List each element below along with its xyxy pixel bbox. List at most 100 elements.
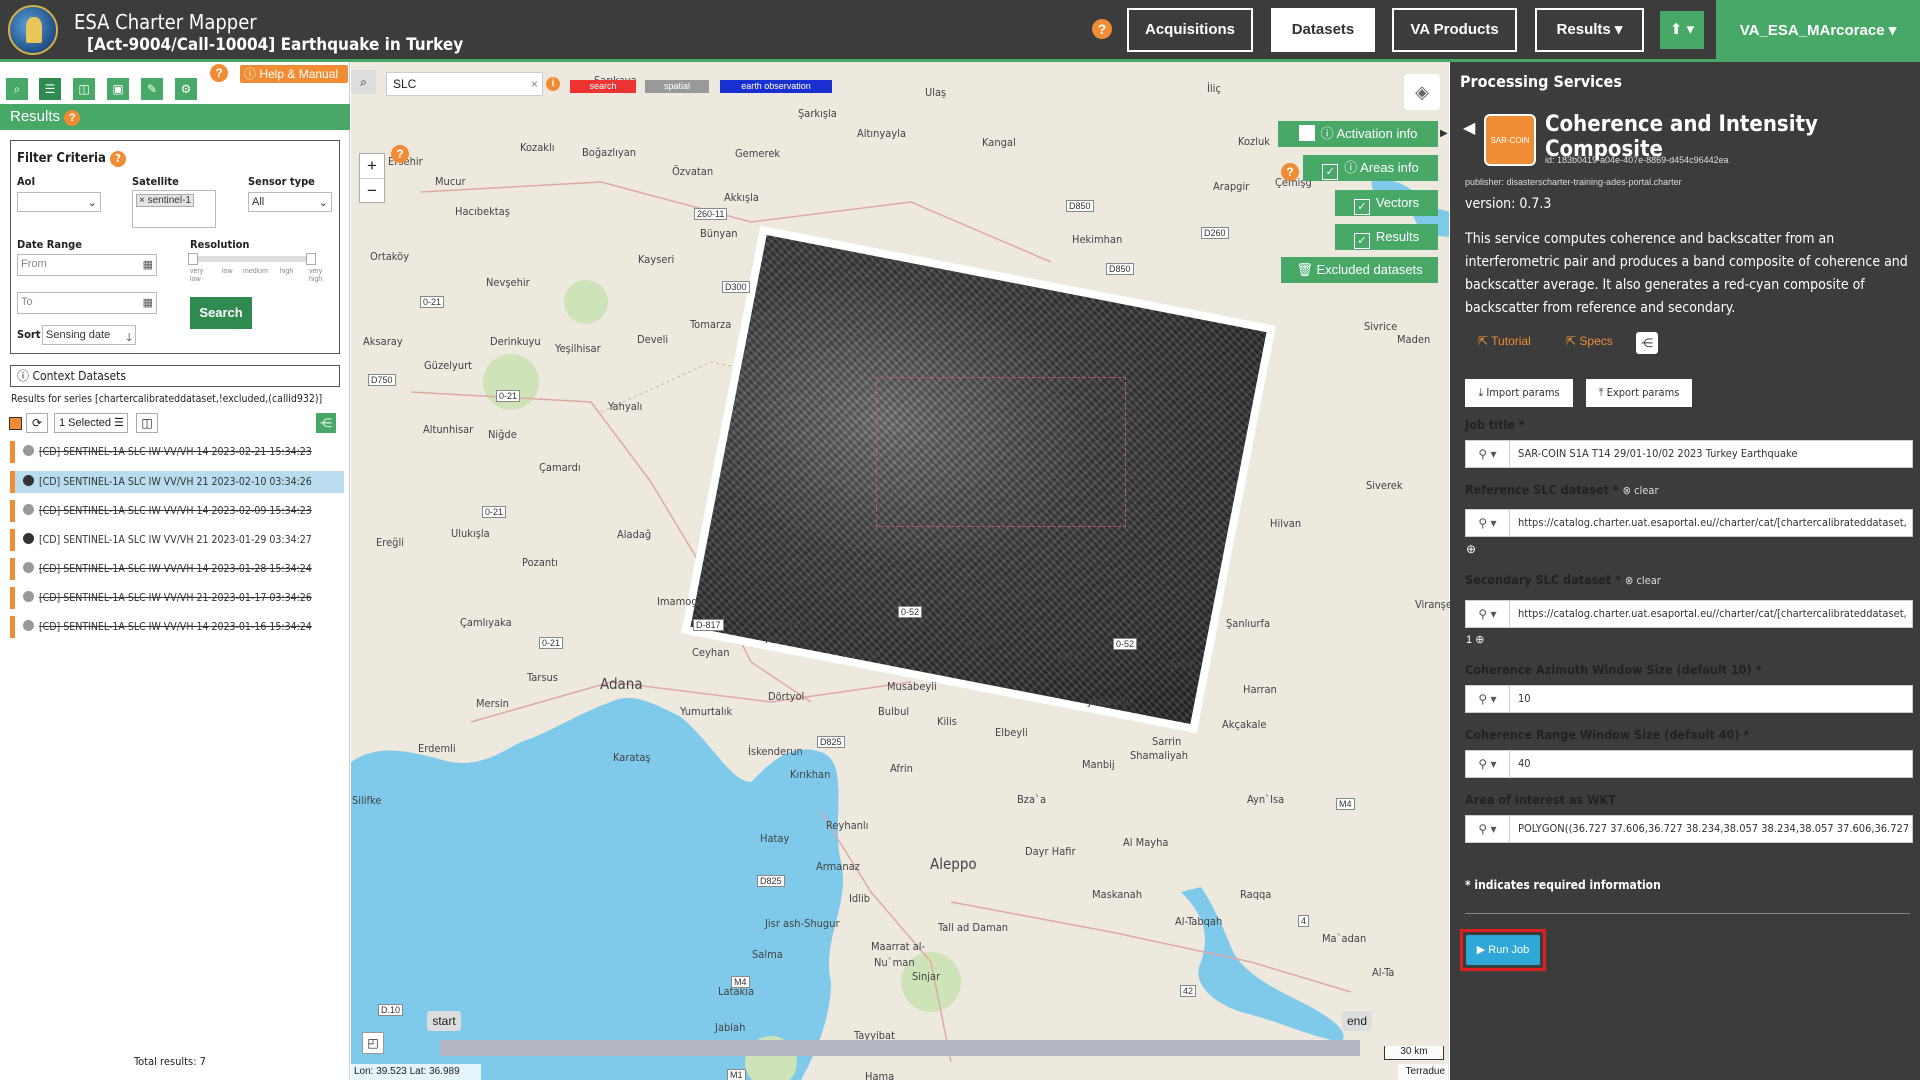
aoi-select[interactable]: ⌄ bbox=[17, 192, 101, 212]
result-row[interactable]: [CD] SENTINEL-1A SLC IW VV/VH 21 2023-01… bbox=[10, 529, 344, 551]
search-button[interactable]: Search bbox=[190, 297, 252, 329]
add-reference-icon[interactable]: ⊕ bbox=[1466, 542, 1476, 556]
result-row-selected[interactable]: [CD] SENTINEL-1A SLC IW VV/VH 21 2023-02… bbox=[10, 471, 344, 493]
nav-datasets[interactable]: Datasets bbox=[1271, 8, 1375, 52]
areas-checkbox[interactable]: ✓ bbox=[1322, 164, 1339, 180]
toggle-excluded-datasets[interactable]: 🗑 Excluded datasets bbox=[1281, 257, 1438, 283]
search-icon[interactable]: ⌕ bbox=[351, 70, 376, 94]
help-icon[interactable]: ? bbox=[1092, 19, 1112, 39]
esa-charter-logo[interactable] bbox=[8, 5, 58, 55]
add-secondary-icon[interactable]: ⊕ bbox=[1475, 634, 1484, 646]
calendar-icon[interactable]: ▦ bbox=[143, 296, 153, 309]
archive-icon[interactable]: ▣ bbox=[107, 78, 129, 100]
wand-icon[interactable]: ⚲ ▾ bbox=[1466, 816, 1510, 842]
user-menu[interactable]: VA_ESA_MArcorace ▾ bbox=[1716, 0, 1920, 62]
sort-direction-icon[interactable]: 🡓 bbox=[126, 329, 132, 348]
resolution-slider[interactable] bbox=[188, 256, 314, 262]
resolution-handle-max[interactable] bbox=[306, 253, 316, 265]
date-from-input[interactable]: From ▦ bbox=[17, 254, 157, 276]
list-icon[interactable]: ☰ bbox=[39, 78, 61, 100]
zoom-in-button[interactable]: + bbox=[360, 154, 384, 178]
res-tick-low: low bbox=[222, 268, 233, 275]
tag-search[interactable]: search bbox=[570, 80, 636, 93]
import-params-button[interactable]: ⤓ Import params bbox=[1465, 379, 1573, 407]
satellite-select[interactable]: × sentinel-1 bbox=[132, 190, 216, 228]
help-icon[interactable]: ? bbox=[1281, 163, 1299, 181]
toggle-vectors[interactable]: ✓ Vectors bbox=[1335, 190, 1438, 216]
tutorial-link[interactable]: ⇱ Tutorial bbox=[1478, 334, 1531, 348]
result-row[interactable]: [CD] SENTINEL-1A SLC IW VV/VH 14 2023-01… bbox=[10, 558, 344, 580]
job-title-input[interactable]: ⚲ ▾ SAR-COIN S1A T14 29/01-10/02 2023 Tur… bbox=[1465, 440, 1913, 468]
selected-count-button[interactable]: 1 Selected ☰ bbox=[54, 413, 128, 433]
sensor-type-select[interactable]: All ⌄ bbox=[248, 192, 332, 212]
settings-icon[interactable]: ⚙ bbox=[175, 78, 197, 100]
clear-icon[interactable]: × bbox=[531, 73, 542, 95]
run-job-button[interactable]: ▶ Run Job bbox=[1466, 935, 1540, 965]
layers-icon[interactable]: ◈ bbox=[1404, 74, 1440, 110]
help-icon[interactable]: ? bbox=[210, 64, 228, 82]
tag-spatial[interactable]: spatial bbox=[645, 80, 709, 93]
context-datasets-box[interactable]: ⓘ Context Datasets bbox=[10, 365, 340, 387]
export-params-button[interactable]: ⤒ Export params bbox=[1586, 379, 1692, 407]
refresh-icon[interactable]: ⟳ bbox=[26, 413, 48, 433]
zoom-out-button[interactable]: − bbox=[360, 178, 384, 203]
secondary-clear-button[interactable]: ⊗ clear bbox=[1625, 574, 1661, 587]
search-icon[interactable]: ⌕ bbox=[6, 78, 28, 100]
calendar-icon[interactable]: ▦ bbox=[143, 258, 153, 271]
edit-icon[interactable]: ✎ bbox=[141, 78, 163, 100]
collapse-right-icon[interactable]: ▶ bbox=[1440, 124, 1450, 144]
aoi-wkt-input[interactable]: ⚲ ▾ POLYGON((36.727 37.606,36.727 38.234,… bbox=[1465, 815, 1913, 843]
road-label: 0-21 bbox=[420, 296, 445, 308]
share-icon[interactable]: ⋲ bbox=[1636, 332, 1658, 354]
place-label: Elbeyli bbox=[995, 726, 1028, 739]
expand-timeline-icon[interactable]: ◰ bbox=[362, 1032, 384, 1054]
help-manual-button[interactable]: ⓘ Help & Manual bbox=[240, 65, 348, 83]
tag-earth-observation[interactable]: earth observation bbox=[720, 80, 832, 93]
toggle-areas-info[interactable]: ✓ ⓘ Areas info bbox=[1303, 155, 1438, 181]
satellite-tag[interactable]: × sentinel-1 bbox=[136, 194, 194, 207]
range-window-input[interactable]: ⚲ ▾ 40 bbox=[1465, 750, 1913, 778]
place-label: Ortaköy bbox=[370, 250, 410, 263]
vectors-checkbox[interactable]: ✓ bbox=[1353, 199, 1370, 215]
job-title-value: SAR-COIN S1A T14 29/01-10/02 2023 Turkey… bbox=[1518, 447, 1798, 460]
back-icon[interactable]: ◀ bbox=[1463, 118, 1475, 138]
reference-clear-button[interactable]: ⊗ clear bbox=[1623, 484, 1659, 497]
activation-checkbox[interactable] bbox=[1298, 125, 1315, 141]
azimuth-window-input[interactable]: ⚲ ▾ 10 bbox=[1465, 685, 1913, 713]
result-row[interactable]: [CD] SENTINEL-1A SLC IW VV/VH 14 2023-02… bbox=[10, 441, 344, 463]
wand-icon[interactable]: ⚲ ▾ bbox=[1466, 601, 1510, 627]
specs-link[interactable]: ⇱ Specs bbox=[1566, 334, 1613, 348]
map-attribution[interactable]: Terradue bbox=[1398, 1064, 1448, 1080]
nav-acquisitions[interactable]: Acquisitions bbox=[1127, 8, 1253, 52]
help-icon[interactable]: ? bbox=[64, 110, 81, 126]
help-icon[interactable]: ? bbox=[110, 151, 126, 167]
map-view[interactable] bbox=[351, 62, 1449, 1080]
toggle-activation-info[interactable]: ⓘ Activation info bbox=[1278, 121, 1438, 147]
date-to-input[interactable]: To ▦ bbox=[17, 292, 157, 314]
upload-icon[interactable]: ⬆ ▾ bbox=[1660, 11, 1704, 49]
place-label: Dörtyol bbox=[768, 690, 805, 703]
select-all-checkbox[interactable] bbox=[9, 417, 22, 430]
wand-icon[interactable]: ⚲ ▾ bbox=[1466, 441, 1510, 467]
map-search-input[interactable]: SLC × bbox=[386, 72, 543, 96]
wand-icon[interactable]: ⚲ ▾ bbox=[1466, 510, 1510, 536]
toggle-results[interactable]: ✓ Results bbox=[1335, 224, 1438, 250]
resolution-handle-min[interactable] bbox=[188, 253, 198, 265]
timeline-slider[interactable] bbox=[440, 1040, 1360, 1056]
info-icon[interactable]: i bbox=[546, 77, 560, 91]
result-row[interactable]: [CD] SENTINEL-1A SLC IW VV/VH 14 2023-02… bbox=[10, 500, 344, 522]
wand-icon[interactable]: ⚲ ▾ bbox=[1466, 686, 1510, 712]
result-row[interactable]: [CD] SENTINEL-1A SLC IW VV/VH 14 2023-01… bbox=[10, 616, 344, 638]
nav-results[interactable]: Results ▾ bbox=[1535, 8, 1644, 52]
results-checkbox[interactable]: ✓ bbox=[1353, 233, 1370, 249]
share-icon[interactable]: ⋲ bbox=[316, 413, 336, 433]
basket-icon[interactable]: ◫ bbox=[73, 78, 95, 100]
help-icon[interactable]: ? bbox=[391, 145, 409, 163]
add-basket-icon[interactable]: ◫ bbox=[136, 413, 158, 433]
sort-select[interactable]: Sensing date 🡓 bbox=[42, 325, 136, 345]
nav-va-products[interactable]: VA Products bbox=[1392, 8, 1517, 52]
wand-icon[interactable]: ⚲ ▾ bbox=[1466, 751, 1510, 777]
secondary-slc-input[interactable]: ⚲ ▾ https://catalog.charter.uat.esaportal… bbox=[1465, 600, 1913, 628]
result-row[interactable]: [CD] SENTINEL-1A SLC IW VV/VH 21 2023-01… bbox=[10, 587, 344, 609]
reference-slc-input[interactable]: ⚲ ▾ https://catalog.charter.uat.esaportal… bbox=[1465, 509, 1913, 537]
